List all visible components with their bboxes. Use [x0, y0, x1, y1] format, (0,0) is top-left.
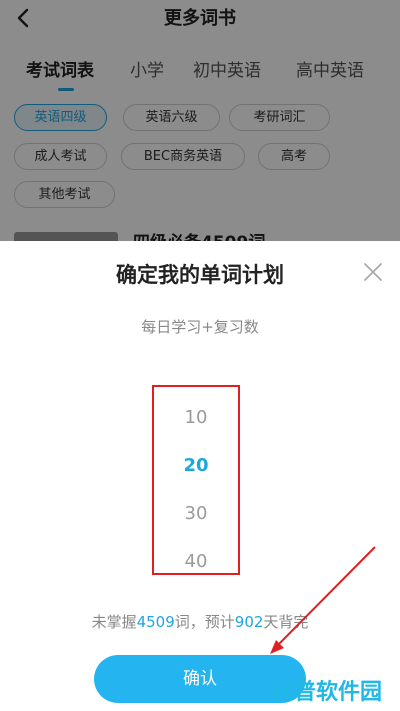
summary-suffix: 天背完 [263, 613, 309, 631]
summary-prefix: 未掌握 [91, 613, 137, 631]
picker-option-selected[interactable]: 20 [154, 455, 238, 476]
picker-option[interactable]: 10 [154, 407, 238, 428]
summary-middle: 词，预计 [174, 613, 235, 631]
unmastered-count: 4509 [136, 613, 175, 631]
daily-count-picker[interactable]: 10 20 30 40 [152, 385, 240, 575]
plan-dialog: 确定我的单词计划 每日学习+复习数 10 20 30 40 未掌握4509词，预… [0, 241, 400, 711]
plan-summary: 未掌握4509词，预计902天背完 [0, 611, 400, 632]
estimated-days: 902 [234, 613, 264, 631]
watermark-text: 谷普软件园 [272, 680, 383, 705]
picker-option[interactable]: 30 [154, 503, 238, 524]
dialog-title: 确定我的单词计划 [116, 263, 284, 287]
close-icon[interactable] [362, 261, 384, 283]
watermark-logo: 谷普软件园 [272, 672, 394, 706]
picker-option[interactable]: 40 [154, 551, 238, 572]
dialog-subtitle: 每日学习+复习数 [141, 318, 259, 336]
